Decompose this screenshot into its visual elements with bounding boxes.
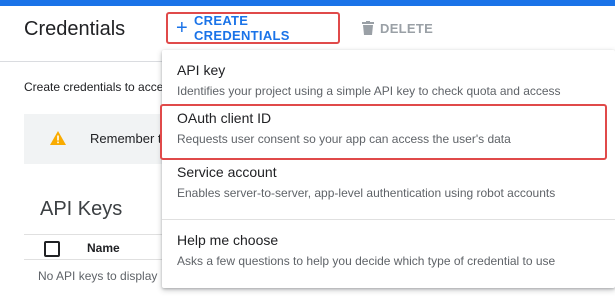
- create-credentials-button[interactable]: + CREATE CREDENTIALS: [166, 12, 340, 44]
- menu-divider: [162, 219, 615, 220]
- delete-button[interactable]: DELETE: [362, 16, 433, 40]
- menu-item-api-key[interactable]: API key Identifies your project using a …: [162, 58, 615, 106]
- menu-item-title: OAuth client ID: [177, 110, 272, 126]
- banner-text: Remember t: [90, 131, 162, 146]
- menu-item-title: Help me choose: [177, 232, 279, 248]
- intro-text: Create credentials to access your enable…: [24, 80, 164, 94]
- menu-item-title: Service account: [177, 164, 277, 180]
- menu-item-title: API key: [177, 62, 226, 78]
- delete-label: DELETE: [380, 20, 434, 36]
- menu-item-oauth-client-id[interactable]: OAuth client ID Requests user consent so…: [160, 104, 615, 160]
- menu-item-description: Asks a few questions to help you decide …: [177, 254, 556, 268]
- menu-item-help-me-choose[interactable]: Help me choose Asks a few questions to h…: [162, 228, 615, 276]
- menu-item-description: Identifies your project using a simple A…: [177, 84, 561, 98]
- create-credentials-label: CREATE CREDENTIALS: [193, 13, 290, 43]
- trash-icon: [362, 21, 374, 35]
- page-title: Credentials: [24, 18, 126, 40]
- menu-item-description: Requests user consent so your app can ac…: [177, 132, 511, 146]
- menu-item-description: Enables server-to-server, app-level auth…: [177, 186, 556, 200]
- section-title-api-keys: API Keys: [40, 198, 123, 220]
- empty-table-text: No API keys to display: [38, 269, 158, 283]
- plus-icon: +: [176, 17, 188, 39]
- menu-item-service-account[interactable]: Service account Enables server-to-server…: [162, 160, 615, 208]
- column-header-name[interactable]: Name: [87, 241, 120, 255]
- create-credentials-menu: API key Identifies your project using a …: [160, 50, 615, 288]
- warning-icon: [50, 131, 66, 145]
- select-all-checkbox[interactable]: [44, 241, 60, 257]
